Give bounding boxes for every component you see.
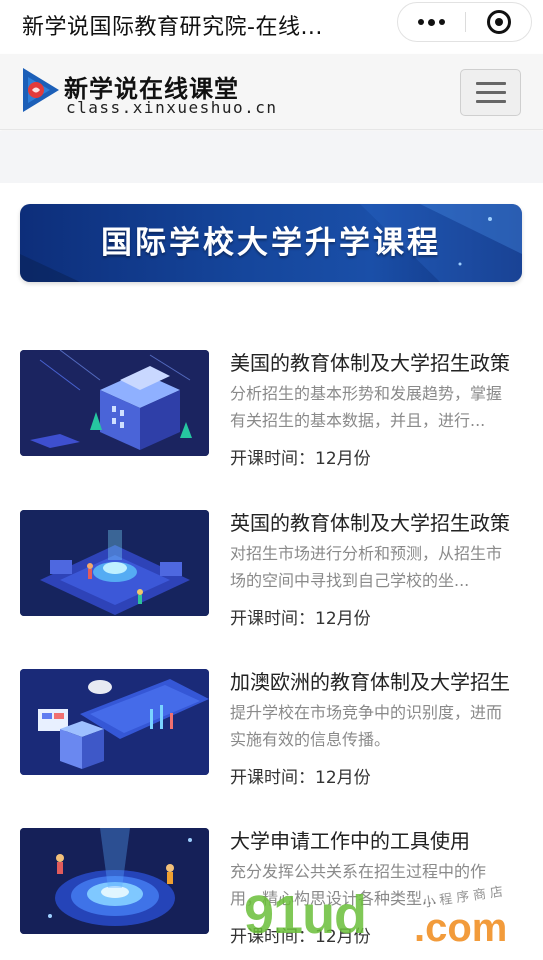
- hamburger-icon[interactable]: [460, 69, 521, 116]
- course-item[interactable]: 美国的教育体制及大学招生政策 分析招生的基本形势和发展趋势，掌握有关招生的基本数…: [20, 350, 523, 469]
- course-start-time: 开课时间：12月份: [230, 768, 371, 788]
- course-item[interactable]: 加澳欧洲的教育体制及大学招生 提升学校在市场竞争中的识别度，进而实施有效的信息传…: [20, 669, 523, 788]
- site-header: 新学说在线课堂 class.xinxueshuo.cn: [0, 54, 543, 130]
- course-title[interactable]: 英国的教育体制及大学招生政策: [230, 510, 523, 536]
- course-item[interactable]: 大学申请工作中的工具使用 充分发挥公共关系在招生过程中的作用，精心构思设计各种类…: [20, 828, 523, 947]
- more-dots-icon[interactable]: [398, 3, 465, 41]
- course-title[interactable]: 大学申请工作中的工具使用: [230, 828, 523, 854]
- course-thumbnail[interactable]: [20, 510, 209, 616]
- course-title[interactable]: 美国的教育体制及大学招生政策: [230, 350, 523, 376]
- course-description: 分析招生的基本形势和发展趋势，掌握有关招生的基本数据，并且，进行...: [230, 384, 503, 430]
- banner-title: 国际学校大学升学课程: [101, 225, 441, 261]
- capsule-menu: [397, 2, 532, 42]
- course-item[interactable]: 英国的教育体制及大学招生政策 对招生市场进行分析和预测，从招生市场的空间中寻找到…: [20, 510, 523, 629]
- page: 新学说国际教育研究院-在线... 新学说在线课堂 class.xinxueshu…: [0, 0, 543, 960]
- spacer-band: [0, 131, 543, 183]
- course-thumbnail[interactable]: [20, 828, 209, 934]
- course-title[interactable]: 加澳欧洲的教育体制及大学招生: [230, 669, 523, 695]
- course-thumbnail[interactable]: [20, 669, 209, 775]
- course-description: 提升学校在市场竞争中的识别度，进而实施有效的信息传播。: [230, 703, 503, 749]
- course-description: 对招生市场进行分析和预测，从招生市场的空间中寻找到自己学校的坐...: [230, 544, 503, 590]
- course-thumbnail[interactable]: [20, 350, 209, 456]
- course-start-time: 开课时间：12月份: [230, 927, 371, 947]
- miniprogram-top-bar: 新学说国际教育研究院-在线...: [0, 0, 543, 46]
- course-start-time: 开课时间：12月份: [230, 449, 371, 469]
- site-domain: class.xinxueshuo.cn: [66, 98, 278, 117]
- page-title: 新学说国际教育研究院-在线...: [22, 15, 323, 40]
- section-banner: 国际学校大学升学课程: [20, 204, 522, 282]
- close-target-icon[interactable]: [466, 3, 532, 41]
- course-description: 充分发挥公共关系在招生过程中的作用，精心构思设计各种类型...: [230, 862, 487, 908]
- play-logo-icon[interactable]: [19, 66, 61, 114]
- course-start-time: 开课时间：12月份: [230, 609, 371, 629]
